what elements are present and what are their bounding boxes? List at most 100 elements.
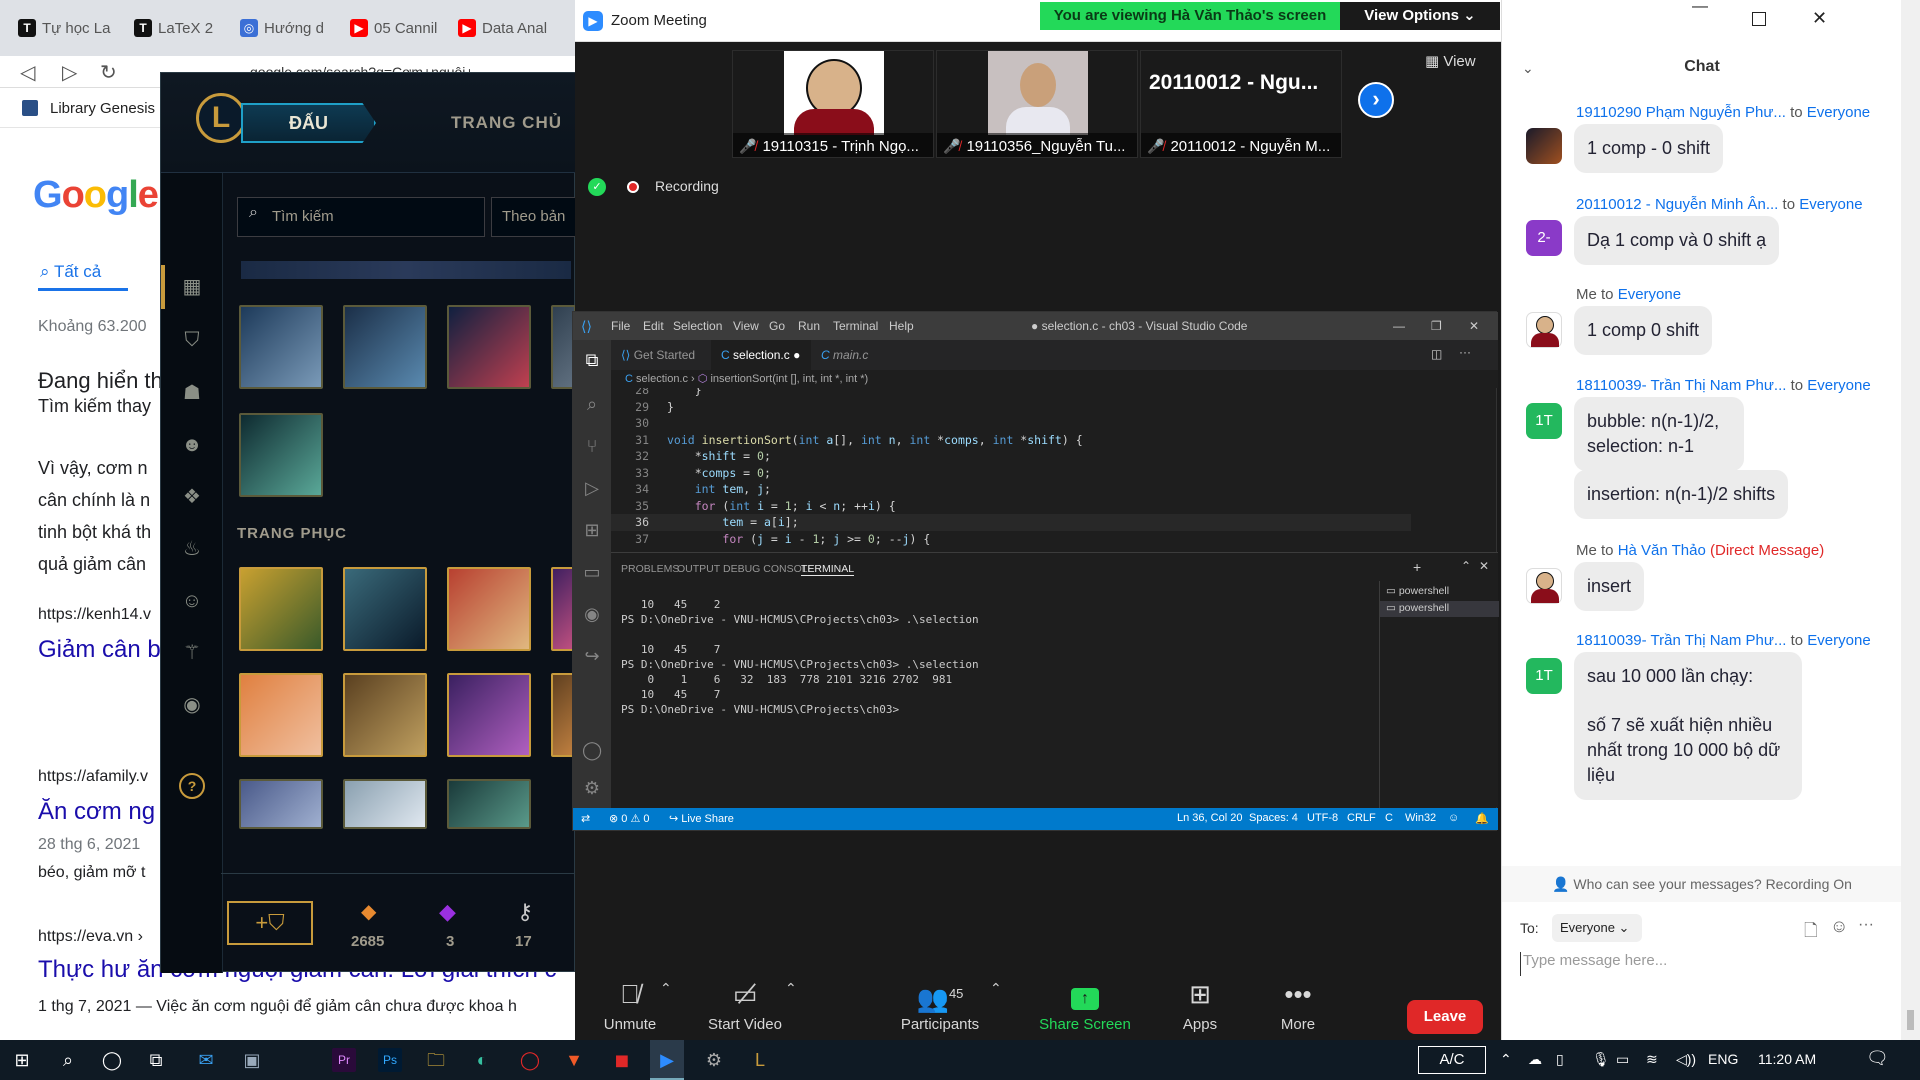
volume-icon[interactable]: ◁)) (1676, 1051, 1696, 1068)
file-explorer-icon[interactable]: 🗀 (424, 1048, 448, 1072)
account-icon[interactable]: ◯ (582, 740, 602, 760)
message-sender[interactable]: 18110039- Trần Thị Nam Phư... (1576, 377, 1786, 394)
browser-tab[interactable]: ▶ Data Anal (450, 10, 560, 46)
restore-icon[interactable]: ❐ (1431, 319, 1442, 333)
panel-tab-output[interactable]: OUTPUT (677, 563, 720, 575)
menu-edit[interactable]: Edit (643, 319, 664, 333)
terminal-instance[interactable]: ▭ powershell (1386, 585, 1449, 597)
skin-card[interactable] (239, 567, 323, 651)
tree-icon[interactable]: ⚚ (180, 641, 204, 665)
menu-view[interactable]: View (733, 319, 759, 333)
google-logo[interactable]: Google (33, 174, 159, 217)
privacy-notice[interactable]: 👤 Who can see your messages? Recording O… (1502, 866, 1902, 902)
browser-tab[interactable]: T Tự học La (10, 10, 120, 46)
tab-main-c[interactable]: C main.c (811, 340, 901, 370)
share-screen-button[interactable]: ↑ Share Screen (1025, 972, 1145, 1040)
more-button[interactable]: ••• More (1243, 972, 1353, 1040)
code-editor[interactable]: 28 } 29} 30 31 void insertionSort(int a[]… (611, 388, 1498, 552)
play-button[interactable]: ĐẤU (241, 103, 376, 143)
close-icon[interactable]: ✕ (1812, 8, 1827, 29)
skin-card[interactable] (343, 779, 427, 829)
result-link[interactable]: Giảm cân b (38, 636, 161, 664)
reload-icon[interactable]: ↻ (100, 60, 117, 85)
cortana-icon[interactable]: ◯ (100, 1048, 124, 1072)
problems-status[interactable]: ⊗ 0 ⚠ 0 (609, 812, 650, 825)
search-icon[interactable]: ⌕ (56, 1048, 80, 1072)
wifi-icon[interactable]: ≋ (1646, 1051, 1658, 1068)
message-sender[interactable]: 20110012 - Nguyễn Minh Ân... (1576, 196, 1778, 213)
result-url[interactable]: https://kenh14.v (38, 606, 151, 624)
view-button[interactable]: ▦ View (1425, 52, 1476, 70)
smile-icon[interactable]: ☺ (180, 589, 204, 613)
browser-tab[interactable]: ▶ 05 Cannil (342, 10, 446, 46)
chevron-up-icon[interactable]: ⌃ (660, 980, 672, 997)
tray-chevron-icon[interactable]: ⌃ (1500, 1051, 1512, 1068)
menu-go[interactable]: Go (769, 319, 785, 333)
mask-icon[interactable]: ☻ (180, 433, 204, 457)
line-ending[interactable]: CRLF (1347, 812, 1376, 824)
tab-get-started[interactable]: ⟨⟩ Get Started (611, 340, 711, 370)
search-icon[interactable]: ⌕ (582, 394, 602, 414)
leave-button[interactable]: Leave (1407, 1000, 1483, 1034)
grid-icon[interactable]: ▦ (180, 275, 204, 299)
bookmark-library-genesis[interactable]: Library Genesis (50, 100, 155, 117)
menu-terminal[interactable]: Terminal (833, 319, 878, 333)
result-url[interactable]: https://afamily.v (38, 768, 148, 786)
feedback-icon[interactable]: ☺ (1448, 812, 1459, 824)
language-indicator[interactable]: ENG (1708, 1051, 1738, 1067)
tab-selection-c[interactable]: C selection.c ● (711, 340, 811, 370)
browser-tab[interactable]: T LaTeX 2 (126, 10, 226, 46)
file-icon[interactable]: 🗋 (1804, 918, 1818, 947)
encoding[interactable]: UTF-8 (1307, 812, 1338, 824)
indentation[interactable]: Spaces: 4 (1249, 812, 1298, 824)
participant-tile[interactable]: 🎤̸ 19110315 - Trịnh Ngọ... (732, 50, 934, 158)
premiere-icon[interactable]: Pr (332, 1048, 356, 1072)
recipient-select[interactable]: Everyone ⌄ (1552, 914, 1642, 942)
sort-dropdown[interactable]: Theo bản (491, 197, 577, 237)
edge-icon[interactable]: ◐ (470, 1048, 494, 1072)
help-icon[interactable]: ? (179, 773, 205, 799)
emote-icon[interactable]: ♨ (180, 537, 204, 561)
message-sender[interactable]: 18110039- Trần Thị Nam Phư... (1576, 632, 1786, 649)
browser-tab[interactable]: ◎ Hướng d (232, 10, 336, 46)
minimize-icon[interactable]: — (1692, 0, 1708, 16)
menu-file[interactable]: File (611, 319, 630, 333)
brave-icon[interactable]: ▼ (562, 1048, 586, 1072)
skin-card[interactable] (447, 567, 531, 651)
more-actions-icon[interactable]: ··· (1459, 345, 1471, 359)
new-terminal-icon[interactable]: + (1413, 559, 1421, 575)
more-icon[interactable]: ··· (1858, 916, 1874, 934)
extensions-icon[interactable]: ⊞ (582, 520, 602, 540)
maximize-icon[interactable] (1752, 12, 1766, 26)
champion-icon[interactable]: ☗ (180, 381, 204, 405)
device-icon[interactable]: ▯ (1556, 1051, 1564, 1068)
panel-tab-problems[interactable]: PROBLEMS (621, 563, 679, 575)
view-options-button[interactable]: View Options ⌄ (1340, 2, 1500, 30)
remote-icon[interactable]: ⇄ (581, 812, 590, 825)
chevron-up-icon[interactable]: ⌃ (990, 980, 1002, 997)
back-icon[interactable]: ◁ (20, 60, 35, 85)
breadcrumb-file[interactable]: selection.c (636, 373, 688, 385)
tab-all[interactable]: ⌕ Tất cả (40, 262, 101, 282)
clock[interactable]: 11:20 AM (1758, 1051, 1816, 1067)
minimize-icon[interactable]: — (1393, 319, 1405, 333)
terminal-output[interactable]: 10 45 2 PS D:\OneDrive - VNU-HCMUS\CProj… (621, 597, 1381, 805)
result-link[interactable]: Ăn cơm ng (38, 798, 155, 826)
source-control-icon[interactable]: ⑂ (582, 436, 602, 456)
participant-tile[interactable]: 20110012 - Ngu... 🎤̸ 20110012 - Nguyễn M.… (1140, 50, 1342, 158)
notifications-icon[interactable]: 🔔 (1475, 812, 1489, 825)
github-icon[interactable]: ◉ (582, 604, 602, 624)
chevron-up-icon[interactable]: ⌃ (785, 980, 797, 997)
battery-icon[interactable]: ▭ (1616, 1051, 1629, 1068)
start-video-button[interactable]: ▭̸ Start Video (690, 972, 800, 1040)
champion-card[interactable] (239, 413, 323, 497)
windows-start-icon[interactable]: ⊞ (10, 1048, 34, 1072)
live-share-icon[interactable]: ↪ (582, 646, 602, 666)
panel-tab-terminal[interactable]: TERMINAL (801, 563, 855, 576)
skin-card[interactable] (343, 673, 427, 757)
cursor-position[interactable]: Ln 36, Col 20 (1177, 812, 1242, 824)
participants-button[interactable]: 👥45 Participants (875, 972, 1005, 1040)
task-view-icon[interactable]: ⧉ (144, 1048, 168, 1072)
champion-card[interactable] (239, 305, 323, 389)
result-url[interactable]: https://eva.vn › (38, 928, 143, 946)
